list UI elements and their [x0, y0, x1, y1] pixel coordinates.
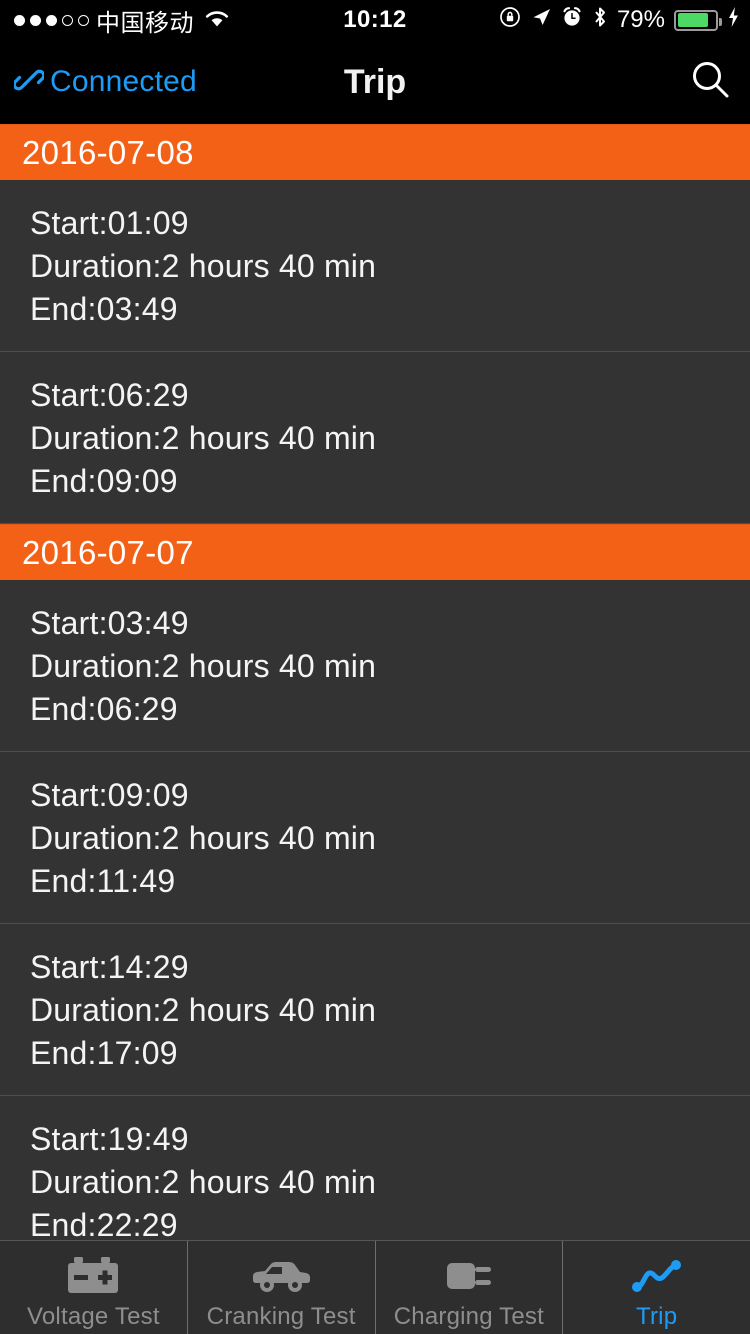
trip-start-label: Start:01:09: [30, 205, 189, 241]
trip-duration-label: Duration:2 hours 40 min: [30, 248, 377, 284]
location-arrow-icon: [530, 6, 552, 34]
trip-end-label: End:17:09: [30, 1035, 178, 1071]
trip-end-label: End:03:49: [30, 291, 178, 327]
tab-trip[interactable]: Trip: [563, 1241, 750, 1334]
trip-duration-label: Duration:2 hours 40 min: [30, 1164, 377, 1200]
trip-start-label: Start:09:09: [30, 777, 189, 813]
trip-end-label: End:06:29: [30, 691, 178, 727]
tab-charging-test[interactable]: Charging Test: [376, 1241, 564, 1334]
trip-duration-label: Duration:2 hours 40 min: [30, 992, 377, 1028]
trip-start-label: Start:06:29: [30, 377, 189, 413]
trip-row[interactable]: Start:01:09 Duration:2 hours 40 min End:03…: [0, 180, 750, 352]
battery-icon: [674, 9, 722, 31]
rotation-lock-icon: [499, 6, 521, 34]
power-plug-icon: [441, 1253, 497, 1299]
trip-end-label: End:09:09: [30, 463, 178, 499]
search-icon: [688, 58, 732, 107]
car-icon: [250, 1253, 312, 1299]
bluetooth-icon: [592, 5, 608, 35]
tab-label: Charging Test: [393, 1303, 544, 1330]
status-bar: 中国移动 10:12 79%: [0, 0, 750, 40]
search-button[interactable]: [688, 40, 732, 124]
navigation-bar: Connected Trip: [0, 40, 750, 124]
trip-end-label: End:22:29: [30, 1207, 178, 1240]
trip-row[interactable]: Start:14:29 Duration:2 hours 40 min End:17…: [0, 924, 750, 1096]
trip-start-label: Start:14:29: [30, 949, 189, 985]
lightning-bolt-icon: [727, 6, 740, 34]
trip-row[interactable]: Start:06:29 Duration:2 hours 40 min End:09…: [0, 352, 750, 524]
page-title: Trip: [343, 62, 407, 101]
trip-row[interactable]: Start:19:49 Duration:2 hours 40 min End:22…: [0, 1096, 750, 1240]
tab-label: Trip: [636, 1303, 678, 1330]
trip-start-label: Start:03:49: [30, 605, 189, 641]
status-bar-right: 79%: [499, 5, 740, 35]
trip-list[interactable]: 2016-07-08 Start:01:09 Duration:2 hours 40…: [0, 124, 750, 1240]
tab-label: Voltage Test: [27, 1303, 160, 1330]
battery-terminals-icon: [65, 1253, 121, 1299]
trip-row[interactable]: Start:09:09 Duration:2 hours 40 min End:11…: [0, 752, 750, 924]
trip-duration-label: Duration:2 hours 40 min: [30, 420, 377, 456]
trip-row[interactable]: Start:03:49 Duration:2 hours 40 min End:06…: [0, 580, 750, 752]
app-screen: 中国移动 10:12 79% Connected Trip 2016-07-08…: [0, 0, 750, 1334]
tab-cranking-test[interactable]: Cranking Test: [188, 1241, 376, 1334]
trip-curve-icon: [629, 1253, 685, 1299]
tab-bar: Voltage Test Cranking Test Charging Test…: [0, 1240, 750, 1334]
trip-duration-label: Duration:2 hours 40 min: [30, 648, 377, 684]
tab-voltage-test[interactable]: Voltage Test: [0, 1241, 188, 1334]
alarm-clock-icon: [561, 6, 583, 34]
trip-duration-label: Duration:2 hours 40 min: [30, 820, 377, 856]
section-date-header: 2016-07-08: [0, 124, 750, 180]
section-date-header: 2016-07-07: [0, 524, 750, 580]
battery-percent-label: 79%: [616, 6, 665, 33]
trip-end-label: End:11:49: [30, 863, 176, 899]
trip-start-label: Start:19:49: [30, 1121, 189, 1157]
tab-label: Cranking Test: [206, 1303, 356, 1330]
